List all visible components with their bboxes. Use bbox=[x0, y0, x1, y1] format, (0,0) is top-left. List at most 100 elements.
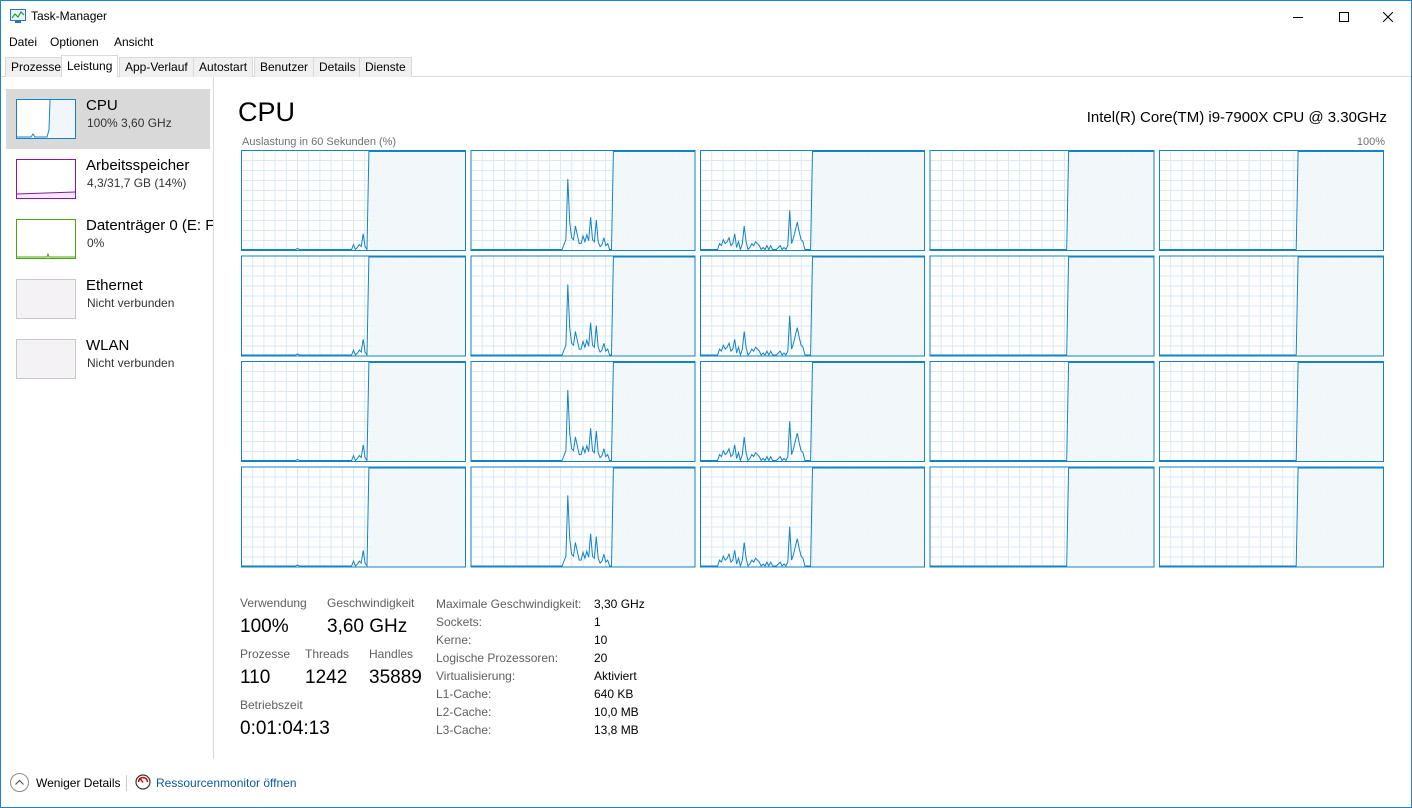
processor-graph bbox=[241, 150, 466, 252]
threads-value: 1242 bbox=[305, 667, 348, 688]
sidebar-item-subtitle: 4,3/31,7 GB (14%) bbox=[87, 176, 187, 190]
spec-label: Maximale Geschwindigkeit: bbox=[436, 597, 582, 611]
usage-area bbox=[368, 256, 466, 356]
sidebar-item-datentraeger[interactable]: Datenträger 0 (E: F 0% bbox=[6, 209, 213, 269]
usage-area bbox=[613, 150, 695, 251]
spec-label: Sockets: bbox=[436, 615, 483, 629]
memory-thumbnail bbox=[16, 159, 76, 199]
logical-processor-graphs bbox=[241, 150, 1384, 568]
tab-prozesse[interactable]: Prozesse bbox=[5, 57, 68, 77]
graph-caption: Auslastung in 60 Sekunden (%) bbox=[242, 136, 397, 148]
sidebar-item-title: CPU bbox=[86, 97, 118, 114]
fewer-details-link[interactable]: Weniger Details bbox=[36, 776, 120, 790]
sidebar-item-subtitle: 100% 3,60 GHz bbox=[87, 116, 172, 130]
sidebar-item-arbeitsspeicher[interactable]: Arbeitsspeicher 4,3/31,7 GB (14%) bbox=[6, 149, 210, 209]
close-button[interactable] bbox=[1365, 1, 1411, 32]
processor-graph bbox=[1159, 255, 1384, 357]
cpu-model-name: Intel(R) Core(TM) i9-7900X CPU @ 3.30GHz bbox=[1086, 109, 1387, 126]
sidebar-item-title: Ethernet bbox=[86, 277, 143, 294]
spec-value: 3,30 GHz bbox=[594, 597, 645, 611]
processor-graph bbox=[241, 466, 466, 568]
sidebar-item-subtitle: 0% bbox=[87, 236, 105, 250]
usage-area bbox=[812, 467, 925, 567]
usage-area bbox=[1068, 467, 1154, 567]
processor-graph bbox=[470, 361, 696, 462]
usage-area bbox=[1068, 256, 1154, 356]
usage-area bbox=[1068, 150, 1154, 251]
task-manager-window: Task-Manager Datei Optionen Ansicht Proz… bbox=[0, 0, 1412, 808]
tab-leistung[interactable]: Leistung bbox=[61, 55, 119, 77]
spec-value: 20 bbox=[594, 651, 608, 665]
tab-autostart[interactable]: Autostart bbox=[193, 57, 254, 77]
spec-label: Kerne: bbox=[436, 633, 472, 647]
graph-max-label: 100% bbox=[1356, 136, 1385, 148]
resource-monitor-icon bbox=[135, 774, 151, 790]
menu-bar: Datei Optionen Ansicht bbox=[1, 32, 1411, 52]
spec-value: 640 KB bbox=[594, 687, 634, 701]
maximize-button[interactable] bbox=[1321, 1, 1367, 32]
cpu-thumbnail bbox=[16, 99, 76, 139]
usage-area bbox=[613, 256, 695, 356]
spec-value: Aktiviert bbox=[594, 669, 637, 683]
disk-thumbnail bbox=[16, 219, 76, 259]
usage-area bbox=[368, 150, 466, 251]
spec-label: L1-Cache: bbox=[436, 687, 492, 701]
sidebar-item-subtitle: Nicht verbunden bbox=[87, 356, 175, 370]
processor-graph bbox=[1159, 150, 1384, 251]
menu-optionen[interactable]: Optionen bbox=[50, 35, 99, 49]
chevron-up-icon bbox=[15, 779, 24, 785]
usage-area bbox=[613, 467, 695, 567]
processor-graph bbox=[1159, 361, 1384, 462]
page-title: CPU bbox=[238, 97, 296, 127]
usage-area bbox=[368, 361, 466, 462]
processes-value: 110 bbox=[240, 667, 271, 688]
tab-details[interactable]: Details bbox=[313, 57, 362, 77]
usage-area bbox=[812, 361, 925, 462]
footer: Weniger Details Ressourcenmonitor öffnen bbox=[1, 767, 1411, 801]
spec-label: L3-Cache: bbox=[436, 723, 492, 737]
sidebar-item-cpu[interactable]: CPU 100% 3,60 GHz bbox=[6, 89, 210, 149]
menu-datei[interactable]: Datei bbox=[9, 35, 37, 49]
spec-label: Logische Prozessoren: bbox=[436, 651, 559, 665]
spec-value: 13,8 MB bbox=[594, 723, 639, 737]
minimize-button[interactable] bbox=[1275, 1, 1321, 32]
maximize-icon bbox=[1339, 11, 1349, 22]
title-bar: Task-Manager bbox=[1, 1, 1411, 32]
processor-graph bbox=[470, 255, 696, 357]
handles-value: 35889 bbox=[369, 667, 422, 688]
spec-value: 10,0 MB bbox=[594, 705, 639, 719]
processor-graph bbox=[700, 150, 925, 252]
sidebar-item-ethernet[interactable]: Ethernet Nicht verbunden bbox=[6, 269, 210, 329]
speed-label: Geschwindigkeit bbox=[327, 596, 415, 610]
processor-graph bbox=[700, 361, 925, 463]
processor-graph bbox=[241, 361, 466, 463]
tab-bar: Prozesse Leistung App-Verlauf Autostart … bbox=[1, 55, 1411, 77]
usage-value: 100% bbox=[240, 616, 289, 637]
processor-graph bbox=[929, 255, 1155, 357]
usage-area bbox=[812, 150, 925, 251]
tab-dienste[interactable]: Dienste bbox=[359, 57, 412, 77]
usage-area bbox=[1298, 256, 1384, 356]
tab-app-verlauf[interactable]: App-Verlauf bbox=[119, 57, 194, 77]
usage-area bbox=[1298, 150, 1384, 251]
usage-area bbox=[1068, 361, 1154, 462]
footer-divider bbox=[126, 775, 127, 791]
handles-label: Handles bbox=[369, 647, 414, 661]
sidebar-item-title: WLAN bbox=[86, 337, 130, 354]
tab-benutzer[interactable]: Benutzer bbox=[254, 57, 315, 77]
uptime-label: Betriebszeit bbox=[240, 698, 303, 712]
window-title: Task-Manager bbox=[31, 9, 108, 23]
processor-graph bbox=[929, 466, 1155, 568]
fewer-details-button[interactable] bbox=[10, 773, 29, 792]
sidebar-item-wlan[interactable]: WLAN Nicht verbunden bbox=[6, 329, 210, 389]
spec-label: L2-Cache: bbox=[436, 705, 492, 719]
resource-monitor-link[interactable]: Ressourcenmonitor öffnen bbox=[156, 776, 297, 790]
menu-ansicht[interactable]: Ansicht bbox=[114, 35, 153, 49]
speed-value: 3,60 GHz bbox=[327, 616, 408, 637]
processor-graph bbox=[470, 466, 696, 568]
processes-label: Prozesse bbox=[240, 647, 291, 661]
wlan-thumbnail bbox=[16, 339, 76, 379]
processor-graph bbox=[700, 255, 925, 357]
usage-area bbox=[1298, 361, 1384, 462]
usage-area bbox=[812, 256, 925, 356]
